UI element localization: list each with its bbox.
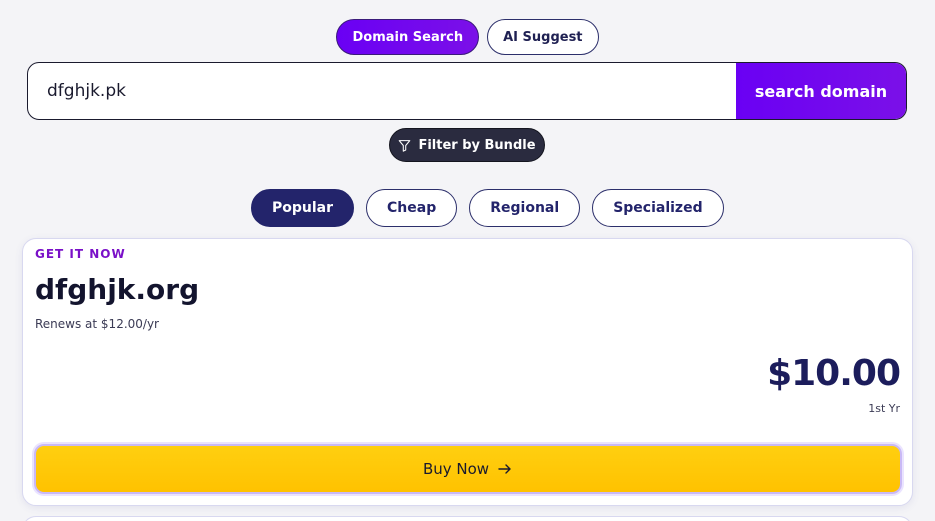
buy-now-button[interactable]: Buy Now	[34, 444, 902, 494]
category-tab-regional[interactable]: Regional	[469, 189, 581, 227]
arrow-right-icon	[498, 464, 511, 474]
category-tab-specialized[interactable]: Specialized	[592, 189, 724, 227]
price-period-label: 1st Yr	[868, 402, 900, 415]
ai-suggest-mode-button[interactable]: AI Suggest	[487, 19, 599, 55]
result-domain-name: dfghjk.org	[35, 273, 200, 306]
first-year-price: $10.00	[767, 353, 901, 394]
filter-funnel-icon	[399, 139, 411, 152]
filter-by-bundle-button[interactable]: Filter by Bundle	[389, 128, 545, 162]
domain-search-input[interactable]	[28, 63, 736, 119]
search-mode-toggle: Domain Search AI Suggest	[0, 19, 935, 55]
next-result-card	[22, 516, 913, 521]
domain-result-card: GET IT NOW dfghjk.org Renews at $12.00/y…	[22, 238, 913, 506]
search-domain-button[interactable]: search domain	[736, 63, 906, 119]
domain-search-mode-button[interactable]: Domain Search	[336, 19, 480, 55]
domain-search-bar: search domain	[27, 62, 907, 120]
card-eyebrow: GET IT NOW	[35, 247, 126, 261]
domain-search-page: Domain Search AI Suggest search domain F…	[0, 0, 935, 521]
filter-by-bundle-label: Filter by Bundle	[418, 137, 536, 153]
renewal-price-text: Renews at $12.00/yr	[35, 317, 159, 331]
buy-now-label: Buy Now	[422, 460, 490, 478]
tld-category-tabs: Popular Cheap Regional Specialized	[251, 189, 724, 227]
category-tab-cheap[interactable]: Cheap	[366, 189, 458, 227]
category-tab-popular[interactable]: Popular	[251, 189, 355, 227]
